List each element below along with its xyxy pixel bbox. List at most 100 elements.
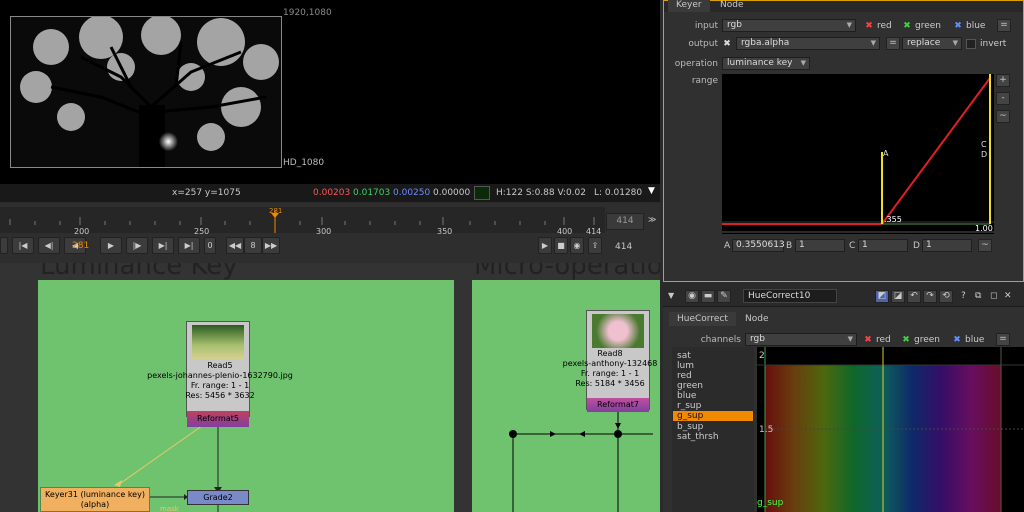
output-link-button[interactable]: = bbox=[886, 37, 900, 50]
info-dropdown-icon[interactable]: ▼ bbox=[648, 186, 655, 196]
export-button[interactable]: ⇪ bbox=[588, 237, 602, 254]
timeline[interactable]: 281 200 250 300 350 400 414 414 ≫ |◀ ◀| … bbox=[0, 203, 660, 263]
next-keyframe-button[interactable]: ▶| bbox=[152, 237, 174, 254]
help-icon[interactable]: ? bbox=[961, 291, 966, 301]
curve-item-green[interactable]: green bbox=[677, 381, 703, 391]
goto-start-button[interactable] bbox=[0, 237, 8, 254]
hue-curve-tag: g_sup bbox=[757, 498, 784, 508]
range-add-button[interactable]: + bbox=[996, 74, 1010, 87]
end-frame-label: 414 bbox=[615, 242, 633, 252]
range-curve-button[interactable]: ~ bbox=[996, 110, 1010, 123]
skip-forward-button[interactable]: ▶▶ bbox=[262, 237, 280, 254]
undo-icon[interactable]: ↶ bbox=[907, 290, 921, 303]
d-field[interactable]: 1 bbox=[922, 239, 972, 252]
red-check-icon[interactable]: ✖ bbox=[864, 21, 874, 31]
close-icon[interactable]: ✕ bbox=[1004, 291, 1012, 301]
keyer31-sublabel: (alpha) bbox=[80, 500, 110, 509]
tab-keyer[interactable]: Keyer bbox=[668, 0, 710, 12]
read8-info: Read8 pexels-anthony-132468 Fr. range: 1… bbox=[560, 349, 660, 389]
green-label: green bbox=[915, 21, 941, 31]
hue-red-check-icon[interactable]: ✖ bbox=[863, 335, 873, 345]
output-dropdown[interactable]: rgba.alpha ▼ bbox=[736, 37, 880, 50]
settings-icon[interactable]: ✎ bbox=[717, 290, 731, 303]
pixel-coords: x=257 y=1075 bbox=[172, 188, 241, 198]
green-check-icon[interactable]: ✖ bbox=[902, 21, 912, 31]
curve-item-blue[interactable]: blue bbox=[677, 391, 696, 401]
goto-end-button[interactable]: ▶| bbox=[178, 237, 200, 254]
viewer-icon[interactable]: ◉ bbox=[685, 290, 699, 303]
a-field[interactable]: 0.3550613 bbox=[732, 239, 785, 252]
pixel-color-swatch bbox=[474, 186, 490, 200]
hue-curve-editor[interactable]: 2 1.5 g_sup bbox=[757, 347, 1024, 512]
float-icon[interactable]: ⧉ bbox=[975, 291, 981, 301]
frame-offset-field[interactable]: 0 bbox=[204, 237, 216, 254]
skip-back-button[interactable]: ◀◀ bbox=[226, 237, 244, 254]
range-animation-button[interactable]: ~ bbox=[978, 239, 992, 252]
channels-label: channels bbox=[700, 335, 741, 345]
output-op-dropdown[interactable]: replace ▼ bbox=[902, 37, 962, 50]
hue-green-check-icon[interactable]: ✖ bbox=[901, 335, 911, 345]
tab-node-hue[interactable]: Node bbox=[737, 312, 777, 326]
timeline-tick-414: 414 bbox=[586, 227, 602, 236]
input-dropdown[interactable]: rgb ▼ bbox=[722, 19, 856, 32]
viewer-image bbox=[10, 16, 282, 168]
curve-item-red[interactable]: red bbox=[677, 371, 692, 381]
step-forward-button[interactable]: |▶ bbox=[126, 237, 148, 254]
timeline-expand-icon[interactable]: ≫ bbox=[648, 215, 656, 224]
increment-field[interactable]: 8 bbox=[244, 237, 262, 254]
collapse-icon[interactable]: ▼ bbox=[668, 291, 674, 300]
invert-checkbox[interactable] bbox=[966, 39, 976, 49]
channels-dropdown[interactable]: rgb ▼ bbox=[745, 333, 857, 346]
curve-item-lum[interactable]: lum bbox=[677, 361, 694, 371]
step-back-button[interactable]: ◀| bbox=[38, 237, 60, 254]
pixel-g-value: 0.01703 bbox=[353, 188, 391, 198]
operation-dropdown[interactable]: luminance key ▼ bbox=[722, 57, 810, 70]
play-mode-button[interactable]: ▶ bbox=[538, 237, 552, 254]
frame-field[interactable]: 281 bbox=[72, 241, 89, 251]
pixel-b-value: 0.00250 bbox=[393, 188, 431, 198]
color-icon[interactable]: ◩ bbox=[875, 290, 889, 303]
curve-item-sat-thrsh[interactable]: sat_thrsh bbox=[677, 432, 719, 442]
prev-keyframe-button[interactable]: |◀ bbox=[12, 237, 34, 254]
play-forward-button[interactable]: ▶ bbox=[100, 237, 122, 254]
blue-check-icon[interactable]: ✖ bbox=[953, 21, 963, 31]
read8-range: Fr. range: 1 - 1 bbox=[580, 369, 640, 378]
hue-blue-check-icon[interactable]: ✖ bbox=[952, 335, 962, 345]
reformat7-node[interactable]: Reformat7 bbox=[587, 398, 649, 412]
range-label-a: A bbox=[883, 149, 889, 158]
flipbook-button[interactable]: ◉ bbox=[570, 237, 584, 254]
hue-red-label: red bbox=[876, 335, 891, 345]
revert-icon[interactable]: ⟲ bbox=[939, 290, 953, 303]
input-link-button[interactable]: = bbox=[997, 19, 1011, 32]
huecorrect-properties-panel[interactable]: ▼ ◉ ▬ ✎ HueCorrect10 ◩ ◪ ↶ ↷ ⟲ ? ⧉ ◻ ✕ H… bbox=[663, 285, 1024, 512]
redo-icon[interactable]: ↷ bbox=[923, 290, 937, 303]
curve-item-sat[interactable]: sat bbox=[677, 351, 691, 361]
name-icon[interactable]: ▬ bbox=[701, 290, 715, 303]
range-curve-editor[interactable]: A C D .355 1.00 bbox=[722, 74, 994, 234]
c-field[interactable]: 1 bbox=[858, 239, 908, 252]
pixel-icon[interactable]: ◪ bbox=[891, 290, 905, 303]
curve-item-r-sup[interactable]: r_sup bbox=[677, 401, 701, 411]
node-name-field[interactable]: HueCorrect10 bbox=[743, 289, 837, 303]
timeline-scrubber[interactable]: 281 bbox=[0, 207, 605, 233]
curve-item-b-sup[interactable]: b_sup bbox=[677, 422, 703, 432]
tab-huecorrect[interactable]: HueCorrect bbox=[669, 312, 736, 326]
pixel-hsv: H:122 S:0.88 V:0.02 bbox=[496, 188, 586, 198]
timeline-current-frame: 281 bbox=[269, 207, 283, 215]
timeline-tick-300: 300 bbox=[316, 227, 332, 236]
keyer-properties-panel[interactable]: Keyer Node input rgb ▼ ✖ red ✖ green ✖ bl… bbox=[663, 0, 1024, 282]
viewer[interactable]: 1920,1080 HD_1080 bbox=[0, 0, 660, 184]
tab-node[interactable]: Node bbox=[712, 0, 752, 12]
node-graph[interactable]: Luminance Key Micro-operations Reformat5… bbox=[0, 263, 660, 512]
end-frame-field-top[interactable]: 414 bbox=[606, 213, 644, 230]
channels-link-button[interactable]: = bbox=[996, 333, 1010, 346]
grade2-node[interactable]: Grade2 bbox=[187, 490, 249, 505]
keyer31-node[interactable]: Keyer31 (luminance key) (alpha) bbox=[40, 487, 150, 512]
stop-button[interactable]: ■ bbox=[554, 237, 568, 254]
output-check-icon[interactable]: ✖ bbox=[722, 39, 732, 49]
curve-item-g-sup[interactable]: g_sup bbox=[677, 411, 703, 421]
range-remove-button[interactable]: - bbox=[996, 92, 1010, 105]
maximize-icon[interactable]: ◻ bbox=[990, 291, 997, 301]
b-field[interactable]: 1 bbox=[795, 239, 845, 252]
reformat5-node[interactable]: Reformat5 bbox=[187, 411, 249, 427]
